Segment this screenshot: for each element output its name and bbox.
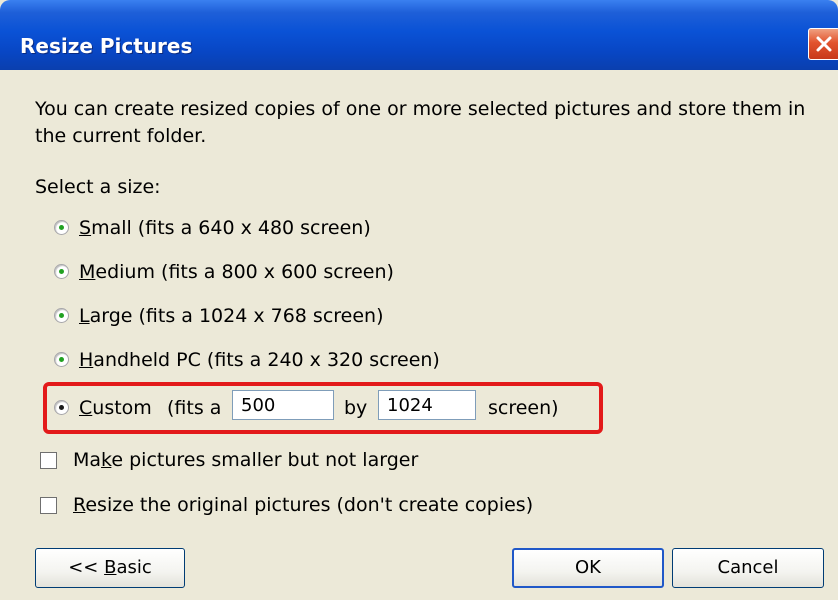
close-icon bbox=[816, 36, 832, 52]
title-bar[interactable]: Resize Pictures bbox=[0, 0, 838, 70]
checkbox-label-smaller[interactable]: Make pictures smaller but not larger bbox=[73, 448, 418, 472]
radio-label-small[interactable]: Small (fits a 640 x 480 screen) bbox=[79, 216, 371, 240]
radio-button[interactable] bbox=[54, 352, 69, 367]
ok-button[interactable]: OK bbox=[512, 548, 664, 588]
resize-pictures-dialog: Resize Pictures You can create resized c… bbox=[0, 0, 838, 600]
cancel-button[interactable]: Cancel bbox=[672, 548, 824, 588]
radio-button[interactable] bbox=[54, 308, 69, 323]
dialog-title: Resize Pictures bbox=[20, 34, 193, 58]
checkbox[interactable] bbox=[40, 452, 57, 469]
dialog-body: You can create resized copies of one or … bbox=[0, 70, 838, 600]
red-highlight-box bbox=[43, 382, 603, 434]
description-line-2: the current folder. bbox=[35, 125, 207, 147]
radio-label-medium[interactable]: Medium (fits a 800 x 600 screen) bbox=[79, 260, 394, 284]
description-line-1: You can create resized copies of one or … bbox=[35, 98, 806, 120]
radio-dot bbox=[59, 269, 64, 274]
radio-label-large[interactable]: Large (fits a 1024 x 768 screen) bbox=[79, 304, 384, 328]
radio-button[interactable] bbox=[54, 264, 69, 279]
basic-button[interactable]: << Basic bbox=[35, 548, 185, 588]
radio-button[interactable] bbox=[54, 220, 69, 235]
checkbox[interactable] bbox=[40, 497, 57, 514]
checkbox-label-resize-original[interactable]: Resize the original pictures (don't crea… bbox=[73, 493, 533, 517]
close-button[interactable] bbox=[808, 28, 838, 60]
radio-label-handheld[interactable]: Handheld PC (fits a 240 x 320 screen) bbox=[79, 348, 440, 372]
radio-dot bbox=[59, 357, 64, 362]
select-size-heading: Select a size: bbox=[35, 176, 161, 198]
radio-dot bbox=[59, 313, 64, 318]
radio-dot bbox=[59, 225, 64, 230]
